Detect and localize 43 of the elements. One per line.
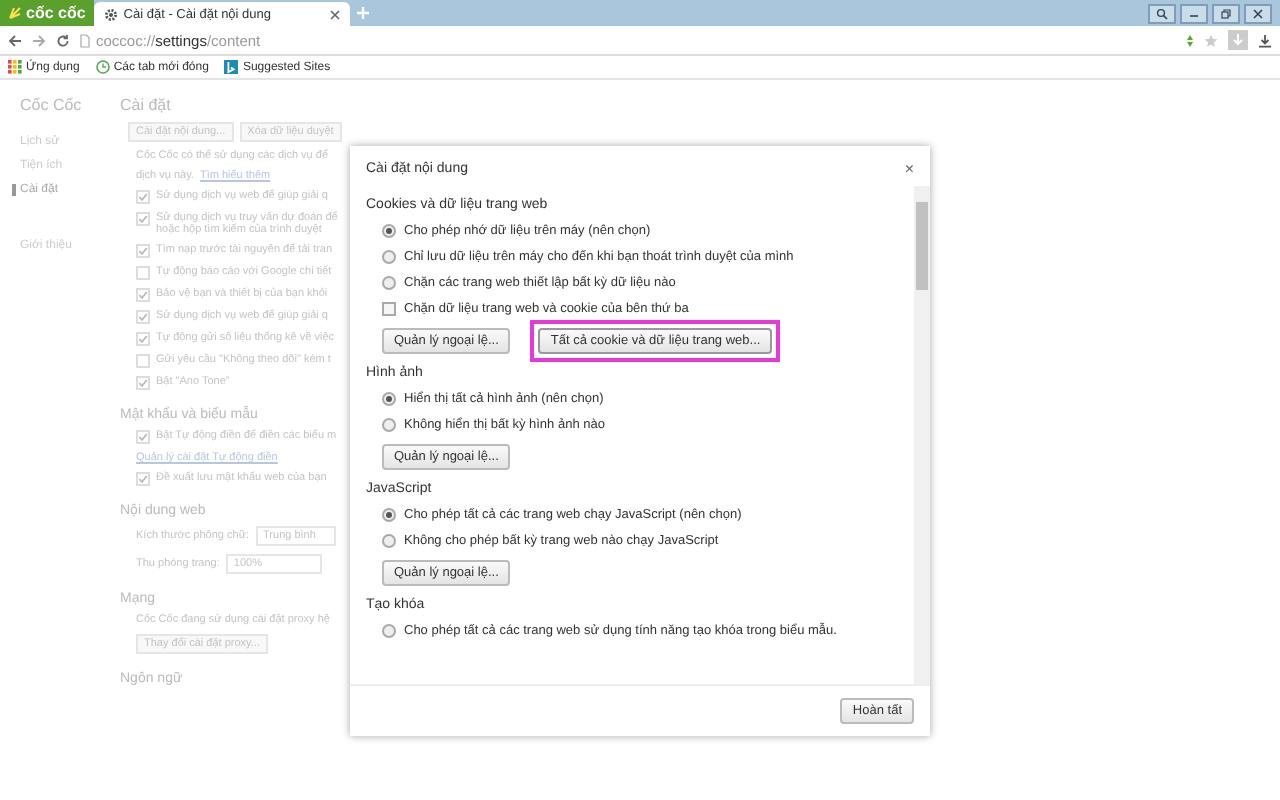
minimize-button[interactable]: [1180, 3, 1208, 23]
download-button-icon[interactable]: [1228, 30, 1248, 50]
sidebar-title: Cốc Cốc: [20, 96, 84, 114]
extension-icon[interactable]: [1186, 33, 1194, 47]
radio-button[interactable]: [382, 418, 396, 432]
download-icon[interactable]: [1258, 33, 1272, 47]
radio-button[interactable]: [382, 224, 396, 238]
back-icon[interactable]: [8, 33, 22, 47]
reload-icon[interactable]: [56, 33, 70, 47]
radio-button[interactable]: [382, 250, 396, 264]
checkbox[interactable]: [136, 310, 150, 324]
radio-button[interactable]: [382, 624, 396, 638]
checkbox[interactable]: [136, 472, 150, 486]
checkbox[interactable]: [136, 190, 150, 204]
b-logo-icon: [224, 60, 239, 74]
restore-icon: [1220, 7, 1232, 19]
browser-logo[interactable]: cốc cốc: [0, 0, 94, 26]
forward-icon[interactable]: [32, 33, 46, 47]
apps-grid-icon: [8, 60, 22, 74]
page-icon: [80, 33, 90, 47]
search-icon: [1156, 7, 1168, 19]
close-button[interactable]: [1244, 3, 1272, 23]
clock-icon: [95, 60, 110, 74]
checkbox[interactable]: [136, 244, 150, 258]
radio-button[interactable]: [382, 276, 396, 290]
checkbox[interactable]: [136, 332, 150, 346]
page-title: Cài đặt: [120, 96, 173, 114]
plus-icon[interactable]: [356, 6, 371, 20]
radio-button[interactable]: [382, 392, 396, 406]
radio-button[interactable]: [382, 508, 396, 522]
close-icon[interactable]: [329, 9, 340, 19]
close-button[interactable]: ×: [904, 162, 914, 178]
gear-icon: [103, 7, 118, 21]
search-button[interactable]: [1148, 3, 1176, 23]
checkbox[interactable]: [136, 430, 150, 444]
checkbox[interactable]: [136, 376, 150, 390]
star-icon[interactable]: [1204, 33, 1218, 47]
checkbox[interactable]: [136, 212, 150, 226]
radio-button[interactable]: [382, 534, 396, 548]
scrollbar[interactable]: [914, 186, 930, 684]
close-icon: [1252, 7, 1264, 19]
checkbox[interactable]: [136, 288, 150, 302]
checkbox[interactable]: [382, 302, 396, 316]
